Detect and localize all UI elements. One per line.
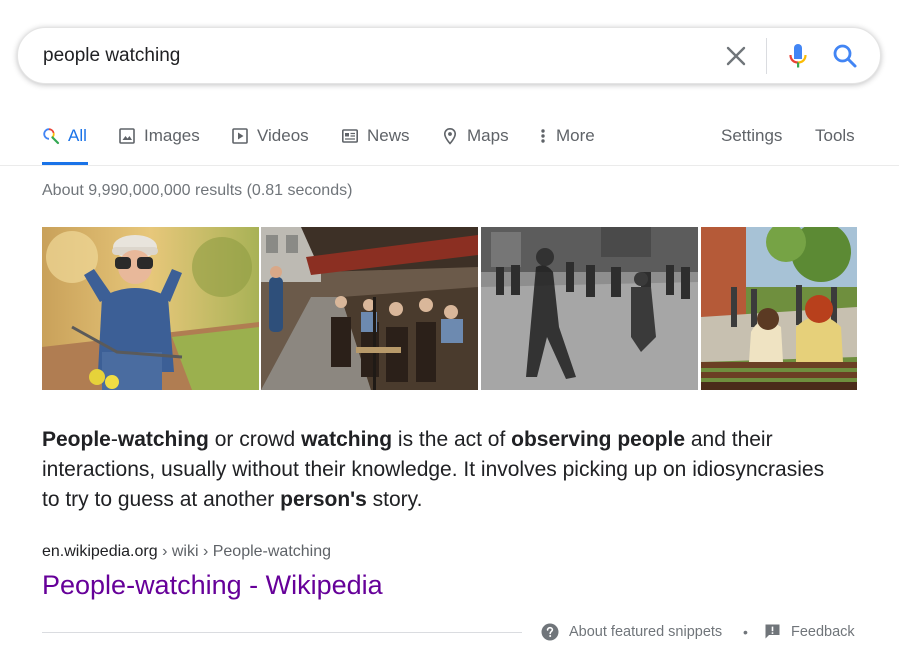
search-bar xyxy=(17,27,881,84)
tab-news[interactable]: News xyxy=(341,126,410,146)
tab-label: More xyxy=(556,126,595,145)
featured-snippet-text: People-watching or crowd watching is the… xyxy=(42,425,842,515)
more-vertical-icon xyxy=(541,129,545,143)
about-featured-snippets-label: About featured snippets xyxy=(569,624,723,640)
footer-separator: • xyxy=(743,624,748,640)
result-title-link[interactable]: People-watching - Wikipedia xyxy=(42,570,383,601)
snippet-bold-text: watching xyxy=(117,428,209,451)
clear-search-button[interactable] xyxy=(722,42,750,70)
snippet-bold-text: observing people xyxy=(511,428,686,451)
snippet-text: or crowd xyxy=(208,428,302,451)
help-circle-icon xyxy=(541,623,559,641)
tab-label: Maps xyxy=(467,126,509,145)
image-icon xyxy=(119,128,135,144)
settings-label: Settings xyxy=(721,126,783,145)
snippet-bold-text: watching xyxy=(301,428,393,451)
result-breadcrumb: › wiki › People-watching xyxy=(157,543,332,560)
snippet-divider xyxy=(42,632,522,633)
search-icon xyxy=(43,128,60,145)
tab-label: Videos xyxy=(257,126,309,145)
tools-link[interactable]: Tools xyxy=(815,126,855,146)
map-pin-icon xyxy=(443,127,457,145)
tab-label: Images xyxy=(144,126,200,145)
image-thumbnail[interactable] xyxy=(701,227,857,390)
tab-maps[interactable]: Maps xyxy=(441,126,509,146)
tab-videos[interactable]: Videos xyxy=(231,126,309,146)
tab-images[interactable]: Images xyxy=(118,126,200,146)
search-button[interactable] xyxy=(830,41,860,71)
tools-label: Tools xyxy=(815,126,855,145)
searchbar-divider xyxy=(766,38,767,74)
search-icon xyxy=(833,44,857,68)
snippet-bold-text: People xyxy=(42,428,111,451)
park-bench-photo xyxy=(701,227,857,390)
snippet-bold-text: person's xyxy=(280,488,367,511)
search-tabs: All Images Videos News Maps More Setting… xyxy=(0,116,899,166)
image-thumbnail[interactable] xyxy=(261,227,478,390)
feedback-label: Feedback xyxy=(791,623,855,640)
settings-link[interactable]: Settings xyxy=(721,126,782,146)
search-input[interactable] xyxy=(43,43,683,69)
image-thumbnail[interactable] xyxy=(481,227,698,390)
close-icon xyxy=(726,46,746,66)
video-icon xyxy=(232,128,248,144)
about-featured-snippets-link[interactable]: About featured snippets xyxy=(541,623,722,641)
voice-search-button[interactable] xyxy=(783,41,813,71)
image-thumbnail[interactable] xyxy=(42,227,259,390)
tab-label: All xyxy=(68,126,87,145)
tabs-divider xyxy=(0,165,899,166)
result-domain: en.wikipedia.org xyxy=(42,543,158,560)
tab-label: News xyxy=(367,126,410,145)
newspaper-icon xyxy=(341,129,358,143)
crowd-bw-photo xyxy=(481,227,698,390)
street-cafe-photo xyxy=(261,227,478,390)
snippet-text: - xyxy=(110,428,118,451)
woman-binoculars-photo xyxy=(42,227,259,390)
feedback-link[interactable]: Feedback xyxy=(764,623,855,640)
tab-all[interactable]: All xyxy=(42,126,87,146)
feedback-icon xyxy=(765,624,780,639)
result-url: en.wikipedia.org › wiki › People-watchin… xyxy=(42,543,331,561)
microphone-icon xyxy=(789,44,807,68)
tab-more[interactable]: More xyxy=(538,126,595,146)
snippet-text: story. xyxy=(366,488,423,511)
result-stats: About 9,990,000,000 results (0.81 second… xyxy=(42,182,353,199)
snippet-text: is the act of xyxy=(392,428,512,451)
